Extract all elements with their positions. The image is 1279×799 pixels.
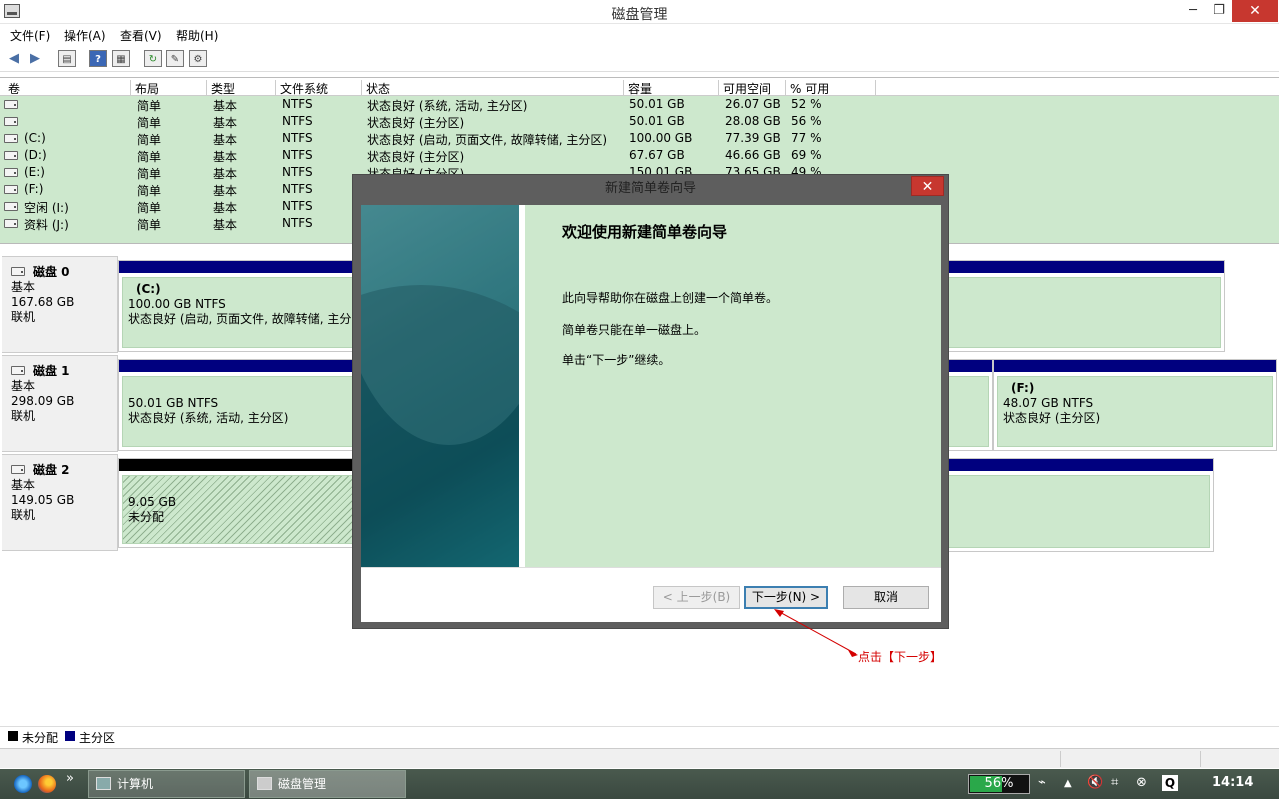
clock[interactable]: 14:14 [1212,775,1253,790]
battery-indicator[interactable]: 56% [968,774,1030,794]
col-status[interactable]: 状态 [361,80,390,96]
disk-2-label[interactable]: 磁盘 2 基本 149.05 GB 联机 [2,454,118,551]
computer-icon [96,777,111,790]
volume-muted-icon[interactable]: 🔇 [1087,775,1103,790]
help-icon[interactable]: ? [89,50,107,67]
col-divider [875,80,876,96]
wizard-heading: 欢迎使用新建简单卷向导 [562,223,728,241]
close-window-button[interactable]: ✕ [1232,0,1278,22]
primary-swatch [65,731,75,741]
menu-bar: 文件(F) 操作(A) 查看(V) 帮助(H) [0,24,1279,46]
menu-view[interactable]: 查看(V) [120,27,162,44]
legend-unallocated: 未分配 [22,731,59,745]
partition-f[interactable]: (F:) 48.07 GB NTFS 状态良好 (主分区) [993,359,1277,451]
primary-partition-bar [119,261,362,273]
title-bar: 磁盘管理 ─ ❐ ✕ [0,0,1279,24]
disk-icon [11,465,25,474]
col-type[interactable]: 类型 [206,80,235,96]
next-button[interactable]: 下一步(N) > [744,586,828,609]
disk-management-icon [257,777,272,790]
col-capacity[interactable]: 容量 [623,80,652,96]
firefox-icon[interactable] [38,775,56,793]
q-icon[interactable]: Q [1162,775,1178,791]
refresh-icon[interactable]: ↻ [144,50,162,67]
forward-icon[interactable]: ▶ [26,50,44,67]
annotation-click-next: 点击【下一步】 [858,650,943,664]
properties-icon[interactable]: ▤ [58,50,76,67]
back-button[interactable]: < 上一步(B) [653,586,740,609]
cancel-button[interactable]: 取消 [843,586,929,609]
power-icon[interactable]: ⌁ [1038,775,1046,790]
export-icon[interactable]: ✎ [166,50,184,67]
back-icon[interactable]: ◀ [5,50,23,67]
unallocated-swatch [8,731,18,741]
col-volume[interactable]: 卷 [4,80,20,96]
table-row[interactable]: (C:) 简单 基本 NTFS 状态良好 (启动, 页面文件, 故障转储, 主分… [0,130,1279,147]
disk-1-label[interactable]: 磁盘 1 基本 298.09 GB 联机 [2,355,118,452]
drive-icon [4,219,18,228]
show-hide-icon[interactable]: ▦ [112,50,130,67]
status-bar [0,748,1279,768]
drive-icon [4,134,18,143]
disk-0-label[interactable]: 磁盘 0 基本 167.68 GB 联机 [2,256,118,353]
drive-icon [4,151,18,160]
window-title: 磁盘管理 [611,7,668,23]
taskbar-overflow-icon[interactable]: » [66,771,74,786]
taskbar: » 计算机 磁盘管理 56% ⌁ ▲ 🔇 ⌗ ⊗ Q 14:14 [0,769,1279,799]
legend-primary: 主分区 [79,731,116,745]
wizard-button-bar: < 上一步(B) 下一步(N) > 取消 [361,567,941,622]
primary-partition-bar [994,360,1276,372]
wizard-text-line: 简单卷只能在单一磁盘上。 [562,323,707,337]
partition-c[interactable]: (C:) 100.00 GB NTFS 状态良好 (启动, 页面文件, 故障转储… [118,260,363,352]
disk-icon [11,267,25,276]
drive-icon [4,202,18,211]
disk-icon [11,366,25,375]
ie-icon[interactable] [14,775,32,793]
partition-unallocated[interactable]: 9.05 GB 未分配 [118,458,363,548]
table-row[interactable]: 简单 基本 NTFS 状态良好 (主分区) 50.01 GB 28.08 GB … [0,113,1279,130]
wizard-text-line: 此向导帮助你在磁盘上创建一个简单卷。 [562,291,779,305]
wizard-banner-image [361,205,519,567]
taskbar-item-computer[interactable]: 计算机 [88,770,245,798]
up-arrow-icon[interactable]: ▲ [1064,778,1072,789]
toolbar: ◀ ▶ ▤ ? ▦ ↻ ✎ ⚙ [0,46,1279,72]
legend: 未分配 主分区 [0,726,1279,745]
table-row[interactable]: (D:) 简单 基本 NTFS 状态良好 (主分区) 67.67 GB 46.6… [0,147,1279,164]
close-circle-icon[interactable]: ⊗ [1136,775,1147,790]
dialog-title: 新建简单卷向导 [604,181,696,196]
partition-disk0-right[interactable] [940,260,1225,352]
table-row[interactable]: 简单 基本 NTFS 状态良好 (系统, 活动, 主分区) 50.01 GB 2… [0,96,1279,113]
partition-system[interactable]: 50.01 GB NTFS 状态良好 (系统, 活动, 主分区) [118,359,363,451]
drive-icon [4,185,18,194]
new-simple-volume-wizard: 新建简单卷向导 ✕ 欢迎使用新建简单卷向导 此向导帮助你在磁盘上创建一个简单卷。… [352,174,949,629]
drive-icon [4,100,18,109]
settings-icon[interactable]: ⚙ [189,50,207,67]
menu-action[interactable]: 操作(A) [64,27,106,44]
drive-icon [4,117,18,126]
maximize-button[interactable]: ❐ [1204,0,1234,22]
volume-list-header: 卷 布局 类型 文件系统 状态 容量 可用空间 % 可用 [0,78,1279,96]
wizard-text-line: 单击“下一步”继续。 [562,353,671,367]
col-layout[interactable]: 布局 [130,80,159,96]
col-free-space[interactable]: 可用空间 [718,80,771,96]
dialog-body: 欢迎使用新建简单卷向导 此向导帮助你在磁盘上创建一个简单卷。 简单卷只能在单一磁… [361,205,941,622]
wizard-welcome-panel: 欢迎使用新建简单卷向导 此向导帮助你在磁盘上创建一个简单卷。 简单卷只能在单一磁… [525,205,941,567]
col-percent-free[interactable]: % 可用 [785,80,829,96]
taskbar-item-disk-management[interactable]: 磁盘管理 [249,770,406,798]
menu-file[interactable]: 文件(F) [10,27,50,44]
primary-partition-bar [941,459,1213,471]
dialog-close-button[interactable]: ✕ [911,176,944,196]
primary-partition-bar [119,360,362,372]
partition-disk2-right[interactable] [940,458,1214,552]
primary-partition-bar [941,261,1224,273]
unallocated-bar [119,459,362,471]
menu-help[interactable]: 帮助(H) [176,27,218,44]
drive-icon [4,168,18,177]
network-icon[interactable]: ⌗ [1111,775,1118,790]
col-filesystem[interactable]: 文件系统 [275,80,328,96]
